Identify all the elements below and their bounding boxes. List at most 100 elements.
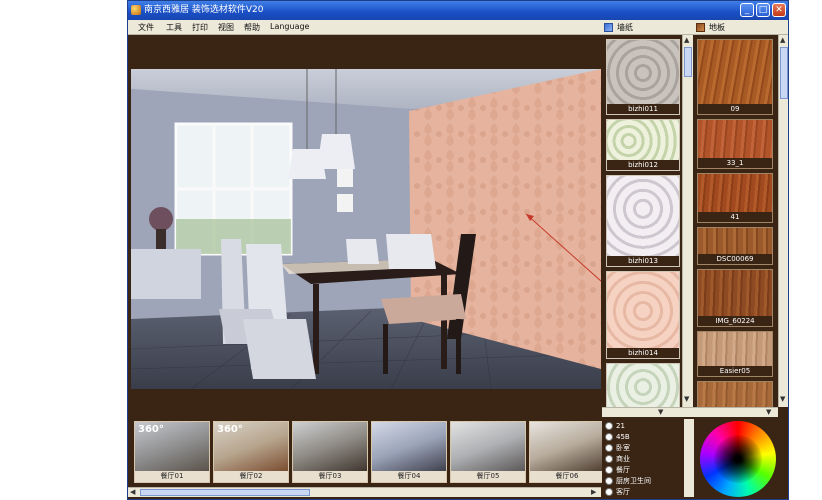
room-type-label: 客厅 — [616, 488, 630, 496]
floor-label: 41 — [698, 212, 772, 222]
color-picker-area — [694, 419, 788, 499]
room-type-label: 45B — [616, 433, 630, 441]
radio-button[interactable] — [605, 488, 613, 496]
scene-thumb[interactable]: 餐厅04 — [371, 421, 447, 483]
scene-thumbnail-strip: 360° 餐厅01 360° 餐厅02 餐厅03 餐厅04 餐厅05 餐厅06 — [128, 421, 605, 487]
room-type-label: 餐厅 — [616, 466, 630, 474]
scene-thumb[interactable]: 360° 餐厅02 — [213, 421, 289, 483]
wallpaper-label: bizhi012 — [607, 160, 679, 170]
wallpaper-tile[interactable]: bizhi011 — [606, 39, 680, 115]
scene-thumb[interactable]: 餐厅05 — [450, 421, 526, 483]
radio-button[interactable] — [605, 444, 613, 452]
floor-tile[interactable]: DSC00069 — [697, 227, 773, 265]
panorama-badge: 360° — [138, 424, 164, 435]
scroll-left-icon[interactable]: ◀ — [130, 488, 135, 496]
color-wheel[interactable] — [700, 421, 776, 497]
scene-thumb[interactable]: 餐厅03 — [292, 421, 368, 483]
scene-thumb-label: 餐厅01 — [135, 471, 209, 482]
wallpaper-scroll-thumb[interactable] — [684, 47, 692, 77]
floor-label: 09 — [698, 104, 772, 114]
room-type-option[interactable]: 商业 — [605, 454, 630, 464]
panorama-badge: 360° — [217, 424, 243, 435]
view-header-band — [128, 35, 601, 69]
menu-tools[interactable]: 工具 — [166, 22, 182, 33]
floor-label: IMG_60224 — [698, 316, 772, 326]
wallpaper-icon — [604, 23, 613, 32]
tab-floor[interactable]: 地板 — [696, 22, 725, 33]
scene-scrollbar[interactable]: ◀ ▶ — [128, 487, 601, 497]
scroll-down-icon[interactable]: ▼ — [684, 395, 689, 403]
menu-print[interactable]: 打印 — [192, 22, 208, 33]
tab-wallpaper-label: 墙纸 — [617, 23, 633, 32]
materials-scrollbar[interactable]: ▼ ▼ — [602, 407, 778, 417]
room-type-scrollbar[interactable] — [684, 419, 694, 497]
floor-tile[interactable]: 09 — [697, 39, 773, 115]
wallpaper-panel: bizhi011 bizhi012 bizhi013 bizhi014 — [602, 35, 682, 407]
scene-scroll-thumb[interactable] — [140, 489, 310, 496]
scene-thumb-label: 餐厅04 — [372, 471, 446, 482]
room-type-option[interactable]: 45B — [605, 432, 630, 442]
window-title: 南京西雅居 装饰选材软件V20 — [144, 5, 264, 15]
scroll-down-icon[interactable]: ▼ — [780, 395, 785, 403]
floor-tile[interactable]: Easier05 — [697, 331, 773, 377]
wallpaper-tile[interactable]: bizhi014 — [606, 271, 680, 359]
scene-thumb-label: 餐厅06 — [530, 471, 604, 482]
app-window: 南京西雅居 装饰选材软件V20 _ □ ✕ 文件 工具 打印 视图 帮助 Lan… — [127, 0, 789, 500]
accent-wall — [409, 69, 601, 369]
room-type-option[interactable]: 餐厅 — [605, 465, 630, 475]
room-type-label: 商业 — [616, 455, 630, 463]
dropdown-arrow-icon[interactable]: ▼ — [658, 408, 663, 416]
floor-label: Easier05 — [698, 366, 772, 376]
radio-button[interactable] — [605, 466, 613, 474]
maximize-button[interactable]: □ — [756, 3, 770, 17]
dropdown-arrow-icon[interactable]: ▼ — [766, 408, 771, 416]
close-button[interactable]: ✕ — [772, 3, 786, 17]
menu-file[interactable]: 文件 — [138, 22, 154, 33]
menu-language[interactable]: Language — [270, 22, 309, 31]
tab-floor-label: 地板 — [709, 23, 725, 32]
floor-tile[interactable]: 41 — [697, 173, 773, 223]
room-type-option[interactable]: 厨房卫生间 — [605, 476, 651, 486]
wallpaper-tile[interactable] — [606, 363, 680, 407]
room-scene — [131, 69, 601, 389]
radio-button[interactable] — [605, 455, 613, 463]
floor-tile[interactable]: 33_1 — [697, 119, 773, 169]
floor-tile[interactable] — [697, 381, 773, 407]
scroll-right-icon[interactable]: ▶ — [591, 488, 596, 496]
room-render-view[interactable] — [131, 69, 601, 389]
room-type-option[interactable]: 21 — [605, 421, 625, 431]
scroll-up-icon[interactable]: ▲ — [684, 36, 689, 44]
room-type-option[interactable]: 卧室 — [605, 443, 630, 453]
floor-label: DSC00069 — [698, 254, 772, 264]
wallpaper-label: bizhi014 — [607, 348, 679, 358]
room-type-label: 厨房卫生间 — [616, 477, 651, 485]
room-type-option[interactable]: 客厅 — [605, 487, 630, 497]
scene-thumb-label: 餐厅05 — [451, 471, 525, 482]
radio-button[interactable] — [605, 477, 613, 485]
radio-button[interactable] — [605, 433, 613, 441]
room-type-label: 21 — [616, 422, 625, 430]
wallpaper-tile[interactable]: bizhi012 — [606, 119, 680, 171]
room-type-list: 21 45B 卧室 商业 餐厅 厨房卫生间 客厅 — [602, 419, 682, 497]
wallpaper-tile[interactable]: bizhi013 — [606, 175, 680, 267]
floor-scroll-thumb[interactable] — [780, 47, 788, 99]
scene-thumb-label: 餐厅03 — [293, 471, 367, 482]
floor-label: 33_1 — [698, 158, 772, 168]
title-bar[interactable]: 南京西雅居 装饰选材软件V20 _ □ ✕ — [128, 1, 788, 20]
menu-view[interactable]: 视图 — [218, 22, 234, 33]
app-icon — [131, 5, 141, 15]
wallpaper-scrollbar[interactable]: ▲ ▼ — [682, 35, 693, 407]
scene-thumb[interactable]: 360° 餐厅01 — [134, 421, 210, 483]
scroll-up-icon[interactable]: ▲ — [780, 36, 785, 44]
color-wheel-center — [714, 435, 762, 483]
tab-wallpaper[interactable]: 墙纸 — [604, 22, 633, 33]
minimize-button[interactable]: _ — [740, 3, 754, 17]
floor-scrollbar[interactable]: ▲ ▼ — [778, 35, 788, 407]
floor-tile[interactable]: IMG_60224 — [697, 269, 773, 327]
radio-button[interactable] — [605, 422, 613, 430]
scene-thumb[interactable]: 餐厅06 — [529, 421, 605, 483]
wallpaper-label: bizhi011 — [607, 104, 679, 114]
wallpaper-label: bizhi013 — [607, 256, 679, 266]
scene-thumb-label: 餐厅02 — [214, 471, 288, 482]
menu-help[interactable]: 帮助 — [244, 22, 260, 33]
